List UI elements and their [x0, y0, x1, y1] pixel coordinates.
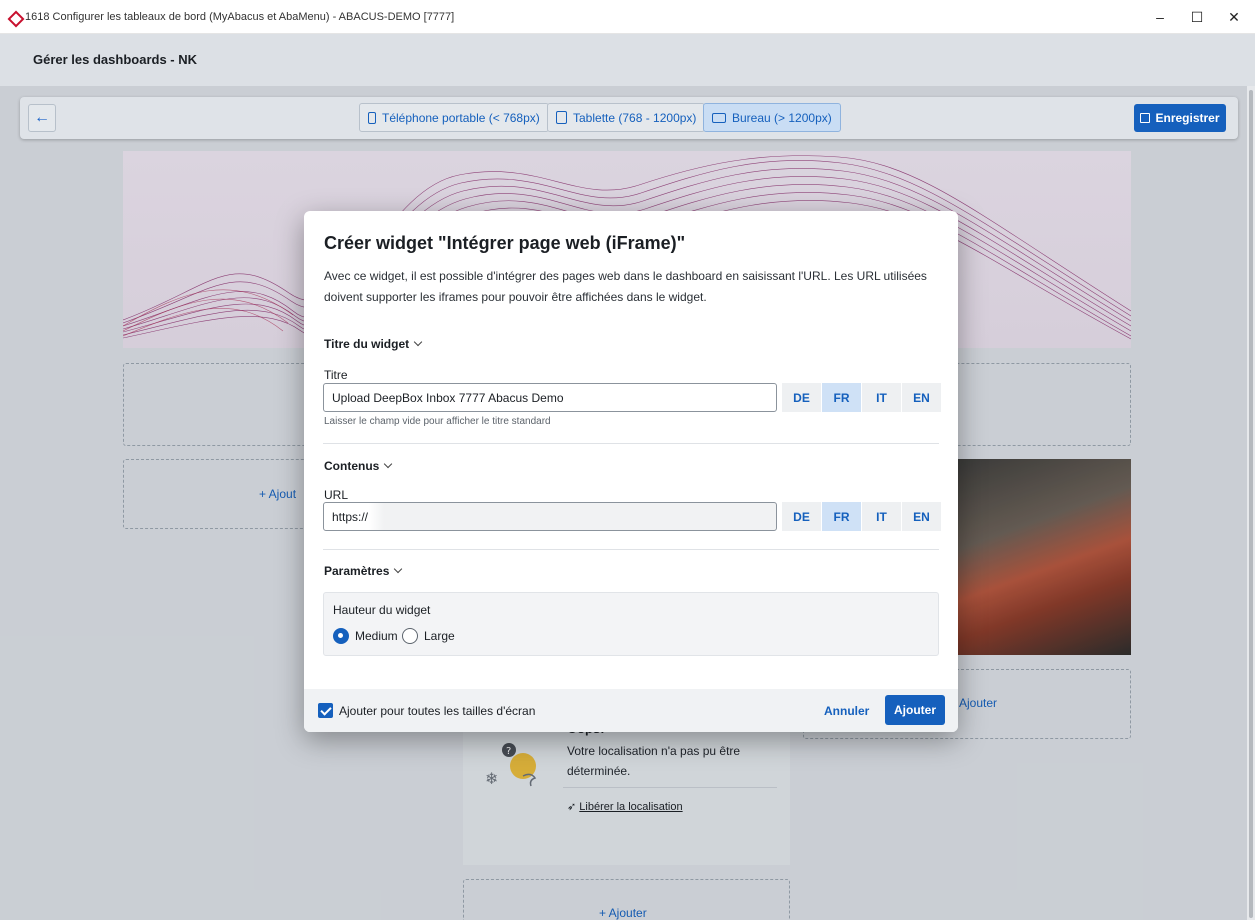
section-divider [323, 443, 939, 444]
tab-mobile[interactable]: Téléphone portable (< 768px) [359, 103, 549, 132]
back-button[interactable]: ← [28, 104, 56, 132]
height-label: Hauteur du widget [333, 603, 431, 617]
url-input[interactable] [323, 502, 777, 531]
cancel-button[interactable]: Annuler [824, 704, 869, 718]
url-field-label: URL [324, 488, 349, 502]
tab-mobile-label: Téléphone portable (< 768px) [382, 110, 540, 125]
section-title-header[interactable]: Titre du widget [324, 337, 423, 351]
title-lang-de[interactable]: DE [782, 383, 821, 412]
url-lang-de[interactable]: DE [782, 502, 821, 531]
save-button-label: Enregistrer [1155, 111, 1220, 125]
url-lang-en[interactable]: EN [902, 502, 941, 531]
page-title: Gérer les dashboards - NK [33, 52, 197, 67]
vertical-scrollbar[interactable] [1247, 86, 1255, 920]
tab-desktop-label: Bureau (> 1200px) [732, 110, 832, 125]
device-toolbar: ← Téléphone portable (< 768px) Tablette … [20, 97, 1238, 139]
section-title-heading: Titre du widget [324, 337, 410, 351]
title-lang-it[interactable]: IT [862, 383, 901, 412]
floppy-disk-icon [1140, 113, 1151, 123]
window-title: 1618 Configurer les tableaux de bord (My… [25, 10, 455, 23]
chevron-down-icon [384, 459, 393, 469]
tab-tablet-label: Tablette (768 - 1200px) [573, 110, 697, 125]
dialog-footer: Ajouter pour toutes les tailles d'écran … [304, 689, 958, 732]
title-lang-en[interactable]: EN [902, 383, 941, 412]
dialog-description: Avec ce widget, il est possible d'intégr… [324, 269, 927, 304]
title-lang-fr[interactable]: FR [822, 383, 861, 412]
section-params-header[interactable]: Paramètres [324, 564, 403, 578]
minimize-button[interactable]: – [1143, 0, 1177, 34]
radio-medium[interactable] [333, 628, 349, 644]
url-language-switch: DE FR IT EN [782, 502, 942, 531]
tab-tablet[interactable]: Tablette (768 - 1200px) [547, 103, 706, 132]
chevron-down-icon [394, 564, 403, 574]
params-box: Hauteur du widget Medium Large [323, 592, 939, 656]
url-lang-it[interactable]: IT [862, 502, 901, 531]
section-content-header[interactable]: Contenus [324, 459, 393, 473]
chevron-down-icon [413, 337, 423, 347]
tablet-icon [556, 111, 567, 124]
radio-large[interactable] [402, 628, 418, 644]
app-header: Gérer les dashboards - NK [0, 34, 1255, 86]
title-language-switch: DE FR IT EN [782, 383, 942, 412]
window-titlebar: 1618 Configurer les tableaux de bord (My… [0, 0, 1255, 34]
mobile-icon [368, 111, 376, 124]
radio-large-label[interactable]: Large [424, 629, 455, 643]
scrollbar-thumb[interactable] [1249, 90, 1253, 918]
all-sizes-checkbox[interactable] [318, 703, 333, 718]
tab-desktop[interactable]: Bureau (> 1200px) [703, 103, 841, 132]
title-hint: Laisser le champ vide pour afficher le t… [324, 416, 551, 427]
maximize-button[interactable]: ☐ [1180, 0, 1214, 34]
create-widget-dialog: Créer widget "Intégrer page web (iFrame)… [304, 211, 958, 732]
arrow-left-icon: ← [34, 109, 50, 126]
section-content-heading: Contenus [324, 459, 380, 473]
save-button[interactable]: Enregistrer [1134, 104, 1226, 132]
section-divider [323, 549, 939, 550]
desktop-icon [712, 112, 726, 123]
all-sizes-label[interactable]: Ajouter pour toutes les tailles d'écran [339, 704, 535, 718]
section-params-heading: Paramètres [324, 564, 390, 578]
radio-medium-label[interactable]: Medium [355, 629, 398, 643]
url-lang-fr[interactable]: FR [822, 502, 861, 531]
dialog-title: Créer widget "Intégrer page web (iFrame)… [324, 233, 686, 253]
title-field-label: Titre [324, 368, 348, 382]
close-window-button[interactable]: ✕ [1217, 0, 1251, 34]
abacus-logo-icon [8, 11, 20, 23]
title-input[interactable] [323, 383, 777, 412]
add-button[interactable]: Ajouter [885, 695, 945, 725]
